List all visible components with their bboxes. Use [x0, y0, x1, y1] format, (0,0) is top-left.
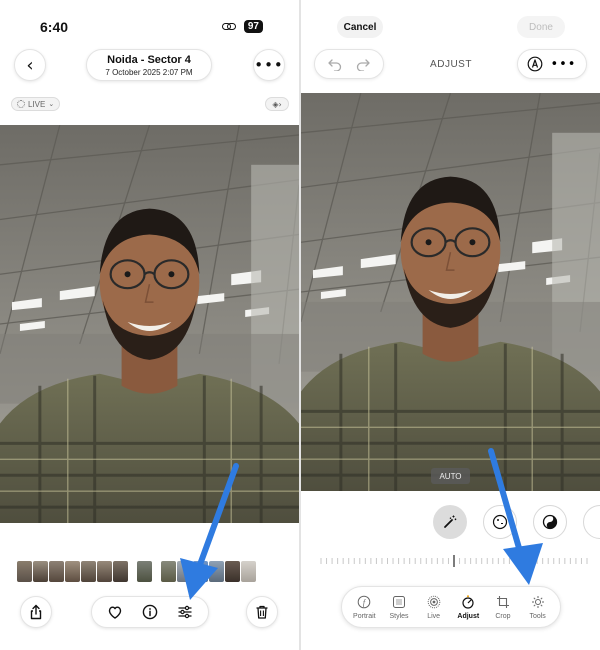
favorite-button[interactable]: [104, 601, 126, 623]
filmstrip-thumb[interactable]: [81, 561, 96, 582]
tool-tools[interactable]: Tools: [521, 594, 555, 620]
live-ring-icon: [17, 100, 25, 108]
tool-label: Adjust: [457, 613, 480, 620]
status-time: 6:40: [40, 19, 69, 35]
tool-label: Tools: [529, 613, 546, 620]
done-button[interactable]: Done: [517, 16, 565, 38]
brilliance-icon: [542, 514, 558, 530]
filmstrip-thumb[interactable]: [97, 561, 112, 582]
photo-date-subtitle: 7 October 2025 2:07 PM: [105, 68, 193, 77]
info-icon: [142, 604, 158, 620]
adjust-icon: [460, 594, 476, 610]
trash-icon: [256, 605, 268, 619]
more-options-button[interactable]: •••: [253, 49, 285, 81]
edit-tools-tray: f Portrait Styles Live Adjust Crop Tools: [341, 586, 561, 628]
layers-icon: ◈›: [272, 99, 282, 109]
exposure-button[interactable]: [483, 505, 517, 539]
editing-photo[interactable]: [301, 93, 600, 491]
magic-wand-icon: [444, 515, 457, 528]
filmstrip-thumb[interactable]: [209, 561, 224, 582]
heart-icon: [109, 606, 122, 619]
filmstrip-thumb[interactable]: [137, 561, 152, 582]
filmstrip-thumb[interactable]: [33, 561, 48, 582]
photo-editor-screen: Cancel Done ADJUST ••• AUTO f Portrait Sty…: [301, 0, 600, 650]
live-icon: [426, 594, 442, 610]
undo-icon[interactable]: [327, 57, 343, 71]
edit-sliders-icon: [178, 605, 192, 619]
tool-label: Styles: [389, 613, 409, 620]
photo-actions-group: [91, 596, 209, 628]
tool-label: Portrait: [353, 613, 376, 620]
cancel-button[interactable]: Cancel: [337, 16, 383, 38]
tool-adjust[interactable]: Adjust: [451, 594, 485, 620]
portrait-icon: f: [356, 594, 372, 610]
undo-redo-group: [314, 49, 384, 79]
edit-button[interactable]: [174, 601, 196, 623]
auto-enhance-button[interactable]: [433, 505, 467, 539]
tools-icon: [530, 594, 546, 610]
link-icon: [221, 22, 236, 31]
filmstrip-thumb[interactable]: [241, 561, 256, 582]
chevron-down-icon: ⌄: [48, 100, 55, 108]
ellipsis-icon[interactable]: •••: [550, 57, 576, 72]
chevron-left-icon: ‹: [26, 54, 34, 76]
filmstrip-thumb[interactable]: [225, 561, 240, 582]
photo-filmstrip[interactable]: [17, 561, 256, 582]
visual-lookup-button[interactable]: ◈›: [265, 97, 289, 111]
filmstrip-thumb-current[interactable]: [161, 561, 176, 582]
crop-icon: [495, 594, 511, 610]
tool-portrait[interactable]: f Portrait: [347, 594, 381, 620]
info-button[interactable]: [139, 601, 161, 623]
photo-title-pill[interactable]: Noida - Sector 4 7 October 2025 2:07 PM: [86, 49, 212, 81]
svg-text:f: f: [363, 598, 367, 607]
share-icon: [30, 604, 42, 620]
tool-styles[interactable]: Styles: [382, 594, 416, 620]
next-adjustment-button[interactable]: [583, 505, 600, 539]
adjustment-slider[interactable]: [319, 555, 589, 567]
status-indicators: 97: [221, 20, 263, 33]
filmstrip-thumb[interactable]: [17, 561, 32, 582]
filmstrip-thumb[interactable]: [49, 561, 64, 582]
styles-icon: [391, 594, 407, 610]
tool-crop[interactable]: Crop: [486, 594, 520, 620]
photo-viewer-screen: 6:40 97 ‹ Noida - Sector 4 7 October 202…: [0, 0, 299, 650]
auto-label: AUTO: [431, 468, 470, 484]
battery-level: 97: [243, 20, 263, 33]
main-photo[interactable]: [0, 125, 299, 523]
delete-button[interactable]: [246, 596, 278, 628]
filmstrip-thumb[interactable]: [193, 561, 208, 582]
back-button[interactable]: ‹: [14, 49, 46, 81]
photo-location-title: Noida - Sector 4: [107, 54, 191, 66]
ellipsis-icon: •••: [254, 56, 284, 74]
filmstrip-thumb[interactable]: [177, 561, 192, 582]
exposure-icon: [492, 514, 508, 530]
live-photo-badge[interactable]: LIVE ⌄: [11, 97, 61, 111]
brilliance-button[interactable]: [533, 505, 567, 539]
filmstrip-thumb[interactable]: [65, 561, 80, 582]
markup-more-group: •••: [517, 49, 587, 79]
live-badge-label: LIVE: [28, 99, 46, 109]
share-button[interactable]: [20, 596, 52, 628]
tool-live[interactable]: Live: [417, 594, 451, 620]
markup-icon[interactable]: [527, 56, 543, 72]
tool-label: Crop: [495, 613, 511, 620]
redo-icon[interactable]: [355, 57, 371, 71]
tool-label: Live: [427, 613, 441, 620]
filmstrip-thumb[interactable]: [113, 561, 128, 582]
edit-mode-title: ADJUST: [430, 59, 472, 70]
